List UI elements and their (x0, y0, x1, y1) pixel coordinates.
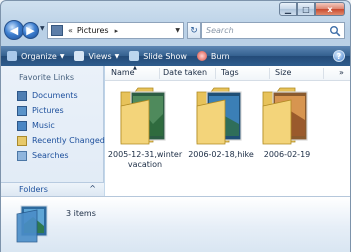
recently-changed-icon (17, 135, 27, 146)
favorite-links-list: Documents Pictures Music Recently Change… (17, 88, 105, 163)
nav-item-label: Searches (32, 151, 69, 160)
views-icon (74, 51, 85, 61)
close-button[interactable]: x (315, 2, 345, 16)
recent-pages-dropdown[interactable]: ▼ (40, 25, 45, 32)
views-button[interactable]: Views ▼ (74, 46, 119, 66)
sort-arrow-icon: ▲ (133, 65, 137, 71)
nav-item-documents[interactable]: Documents (17, 88, 105, 103)
folder-item-label: 2006-02-19 (263, 150, 311, 159)
burn-label: Burn (210, 51, 230, 61)
column-separator (159, 68, 160, 79)
folder-item-label: 2006-02-18,hike (188, 150, 254, 159)
photo-folder-icon (262, 87, 308, 145)
organize-button[interactable]: Organize ▼ (7, 46, 64, 66)
file-list: Name ▲ Date taken Tags Size » 2005-12-31… (105, 65, 350, 196)
slide-show-icon (129, 51, 140, 61)
address-dropdown-icon[interactable]: ▼ (175, 27, 180, 34)
folder-item[interactable]: 2006-02-18,hike (183, 84, 259, 174)
documents-icon (17, 90, 27, 101)
forward-arrow-icon: ▶ (26, 24, 35, 37)
address-bar[interactable]: « Pictures ▸ ▼ (47, 22, 184, 39)
folder-item-label: 2005-12-31,winter vacation (107, 150, 183, 169)
details-pane: 3 items (1, 196, 350, 252)
refresh-button[interactable]: ↻ (187, 22, 201, 39)
minimize-icon: ▁ (284, 4, 292, 14)
column-size[interactable]: Size (275, 68, 291, 77)
command-bar: Organize ▼ Views ▼ Slide Show Burn ? (1, 46, 350, 66)
nav-item-label: Pictures (32, 106, 64, 115)
column-separator (269, 68, 270, 79)
folders-label: Folders (19, 185, 48, 194)
slide-show-label: Slide Show (143, 51, 187, 61)
pictures-icon (17, 105, 27, 116)
folder-location-icon (51, 25, 63, 36)
close-icon: x (327, 4, 333, 14)
search-icon[interactable] (329, 25, 341, 37)
organize-label: Organize (21, 51, 57, 61)
search-placeholder: Search (206, 26, 234, 35)
views-label: Views (88, 51, 112, 61)
column-separator (215, 68, 216, 79)
nav-item-pictures[interactable]: Pictures (17, 103, 105, 118)
address-overflow[interactable]: « (68, 26, 73, 35)
burn-icon (196, 51, 207, 61)
search-input[interactable]: Search (201, 22, 345, 39)
nav-item-label: Documents (32, 91, 78, 100)
nav-item-label: Music (32, 121, 55, 130)
nav-item-searches[interactable]: Searches (17, 148, 105, 163)
maximize-button[interactable]: □ (297, 2, 315, 16)
minimize-button[interactable]: ▁ (279, 2, 297, 16)
item-count: 3 items (66, 209, 96, 218)
column-tags[interactable]: Tags (221, 68, 239, 77)
help-icon[interactable]: ? (333, 50, 345, 62)
nav-item-label: Recently Changed (32, 136, 105, 145)
refresh-icon: ↻ (190, 25, 198, 36)
nav-item-recently-changed[interactable]: Recently Changed (17, 133, 105, 148)
address-location[interactable]: Pictures (77, 26, 109, 35)
pictures-library-icon (16, 205, 48, 243)
searches-icon (17, 150, 27, 161)
chevron-up-icon[interactable]: ^ (89, 184, 96, 193)
folders-bar[interactable]: Folders ^ (1, 182, 104, 196)
navigation-pane: Favorite Links Documents Pictures Music … (1, 66, 105, 196)
maximize-icon: □ (302, 4, 310, 14)
folder-item[interactable]: 2005-12-31,winter vacation (107, 84, 183, 174)
back-button[interactable]: ◀ (4, 20, 24, 40)
views-caret-icon: ▼ (114, 52, 120, 60)
organize-icon (7, 51, 17, 61)
folder-item[interactable]: 2006-02-19 (249, 84, 325, 174)
address-chevron-icon[interactable]: ▸ (115, 27, 119, 35)
column-date-taken[interactable]: Date taken (163, 68, 207, 77)
burn-button[interactable]: Burn (196, 46, 230, 66)
column-name[interactable]: Name (111, 68, 135, 77)
slide-show-button[interactable]: Slide Show (129, 46, 187, 66)
column-header: Name ▲ Date taken Tags Size » (105, 65, 350, 81)
photo-folder-icon (196, 87, 242, 145)
organize-caret-icon: ▼ (59, 52, 65, 60)
column-separator (323, 68, 324, 79)
nav-item-music[interactable]: Music (17, 118, 105, 133)
caption-buttons: ▁ □ x (279, 2, 345, 17)
back-arrow-icon: ◀ (9, 23, 19, 37)
photo-folder-icon (120, 87, 166, 145)
forward-button[interactable]: ▶ (22, 22, 39, 39)
column-overflow-icon[interactable]: » (339, 68, 344, 77)
music-icon (17, 120, 27, 131)
favorite-links-heading: Favorite Links (19, 73, 75, 82)
